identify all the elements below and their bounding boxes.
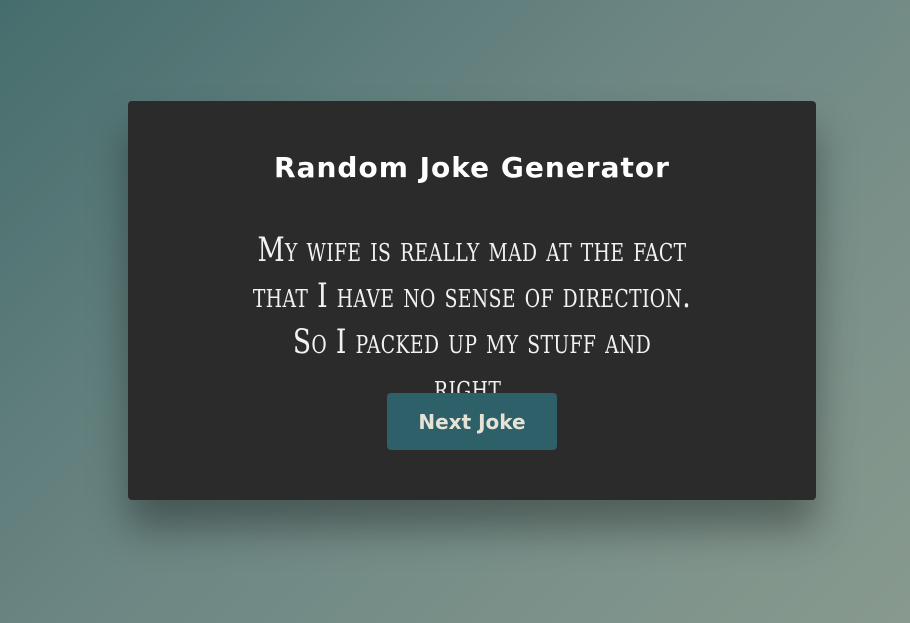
page-background: { "app": { "title": "Random Joke Generat… (0, 0, 910, 623)
page-title: Random Joke Generator (274, 151, 670, 184)
next-joke-button[interactable]: Next Joke (387, 393, 557, 450)
joke-text: My wife is really mad at the fact that I… (252, 230, 692, 408)
joke-card: Random Joke Generator My wife is really … (128, 101, 816, 500)
